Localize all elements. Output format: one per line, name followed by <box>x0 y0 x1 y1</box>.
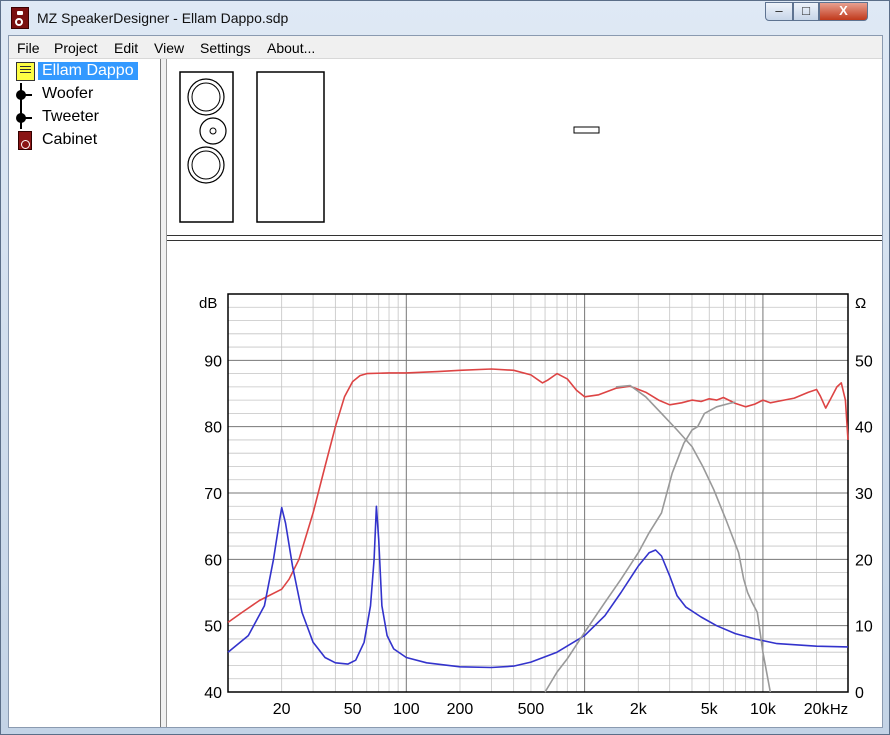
y-axis-label-right: Ω <box>855 295 866 312</box>
y-tick-right: 0 <box>855 685 864 702</box>
y-tick-right: 20 <box>855 552 873 569</box>
cabinet-preview <box>167 59 882 237</box>
x-tick: 5k <box>701 701 719 718</box>
maximize-button[interactable]: □ <box>793 2 819 21</box>
y-tick-right: 10 <box>855 619 873 636</box>
project-icon <box>16 62 35 81</box>
x-tick: 500 <box>518 701 545 718</box>
tree-item-cabinet[interactable]: Cabinet <box>10 129 160 152</box>
window-title: MZ SpeakerDesigner - Ellam Dappo.sdp <box>37 10 289 26</box>
menu-file[interactable]: File <box>17 40 40 56</box>
x-tick: 20k <box>804 701 831 718</box>
menu-settings[interactable]: Settings <box>200 40 251 56</box>
menu-about[interactable]: About... <box>267 40 315 56</box>
tree-item-label: Tweeter <box>42 108 99 125</box>
cabinet-drawing <box>179 71 600 223</box>
menu-edit[interactable]: Edit <box>114 40 138 56</box>
tree-item-label: Cabinet <box>42 131 98 148</box>
y-tick-left: 90 <box>204 353 222 370</box>
series-line-parts <box>615 384 772 693</box>
y-tick-right: 50 <box>855 353 873 370</box>
y-tick-left: 40 <box>204 685 222 702</box>
menu-bar: File Project Edit View Settings About... <box>9 36 882 59</box>
tree-item-label: Woofer <box>42 85 94 102</box>
horizontal-splitter[interactable] <box>167 235 882 241</box>
x-tick: 200 <box>447 701 474 718</box>
app-window: MZ SpeakerDesigner - Ellam Dappo.sdp – □… <box>0 0 890 735</box>
y-tick-right: 40 <box>855 420 873 437</box>
project-tree[interactable]: Ellam Dappo Woofer Tweeter Cabinet <box>10 59 161 727</box>
x-tick: 20 <box>273 701 291 718</box>
tree-item-tweeter[interactable]: Tweeter <box>10 106 160 129</box>
x-tick: 50 <box>344 701 362 718</box>
x-axis-unit: Hz <box>830 701 848 718</box>
y-tick-left: 80 <box>204 420 222 437</box>
close-button[interactable]: X <box>819 2 868 21</box>
driver-node-icon <box>16 106 32 129</box>
minimize-button[interactable]: – <box>765 2 793 21</box>
y-tick-left: 50 <box>204 619 222 636</box>
menu-view[interactable]: View <box>154 40 184 56</box>
cabinet-icon <box>18 131 32 150</box>
menu-project[interactable]: Project <box>54 40 98 56</box>
y-axis-label-left: dB <box>199 295 217 312</box>
top-view-outline <box>573 126 600 134</box>
x-tick: 1k <box>576 701 594 718</box>
tree-item-label: Ellam Dappo <box>38 62 138 80</box>
frequency-chart: 40 50 60 70 80 90 0 10 20 30 40 50 20 50 100 200 500 1k 2k… <box>199 293 873 735</box>
side-view-cabinet <box>256 71 325 223</box>
title-bar[interactable]: MZ SpeakerDesigner - Ellam Dappo.sdp – □… <box>1 1 889 35</box>
y-tick-left: 60 <box>204 552 222 569</box>
tree-item-ellam-dappo[interactable]: Ellam Dappo <box>10 60 160 83</box>
speaker-app-icon <box>11 7 29 29</box>
client-area: File Project Edit View Settings About...… <box>8 35 883 735</box>
tree-item-woofer[interactable]: Woofer <box>10 83 160 106</box>
driver-node-icon <box>16 83 32 106</box>
x-tick: 10k <box>750 701 777 718</box>
x-tick: 100 <box>393 701 420 718</box>
x-tick: 2k <box>630 701 648 718</box>
y-tick-left: 70 <box>204 486 222 503</box>
frequency-response-graph: 40 50 60 70 80 90 0 10 20 30 40 50 20 50 100 200 500 1k 2k… <box>167 242 882 735</box>
y-tick-right: 30 <box>855 486 873 503</box>
series-line-parts <box>544 401 736 693</box>
